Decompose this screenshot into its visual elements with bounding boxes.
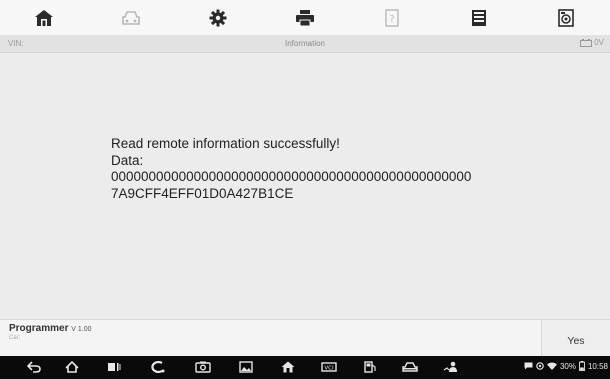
screenshot-button[interactable] xyxy=(195,360,211,374)
vci-button[interactable] xyxy=(150,360,166,374)
shortcut-car-button[interactable] xyxy=(402,360,418,374)
service-button[interactable] xyxy=(362,360,378,374)
info-bar: VIN: Information 0V xyxy=(0,35,610,53)
vci-status-button[interactable]: VCI xyxy=(321,360,337,374)
home-button[interactable] xyxy=(0,0,87,35)
location-icon xyxy=(536,362,544,370)
battery-icon xyxy=(579,361,585,371)
settings-button[interactable] xyxy=(174,0,261,35)
app-info: Programmer V 1.00 xyxy=(9,323,92,334)
autel-home-button[interactable] xyxy=(280,360,296,374)
autel-home-icon xyxy=(281,361,295,373)
back-icon xyxy=(27,361,41,373)
help-button[interactable]: ? xyxy=(349,0,436,35)
vehicle-button[interactable] xyxy=(87,0,174,35)
back-button[interactable] xyxy=(26,360,42,374)
status-area: 30% 10:58 xyxy=(524,361,608,371)
main-content: Read remote information successfully! Da… xyxy=(0,53,610,319)
print-icon xyxy=(295,9,314,26)
system-nav-bar: VCI 30% 10:58 xyxy=(0,356,610,379)
data-logging-icon xyxy=(558,8,575,27)
data-label: Data: xyxy=(111,152,144,168)
result-message: Read remote information successfully! Da… xyxy=(111,136,471,202)
page-title: Information xyxy=(284,39,326,48)
app-name: Programmer xyxy=(9,323,69,334)
svg-text:VCI: VCI xyxy=(324,366,334,372)
vci-connection-icon xyxy=(151,361,165,373)
car-battery-icon xyxy=(580,38,593,47)
help-icon: ? xyxy=(385,8,399,27)
data-value-line1: 0000000000000000000000000000000000000000… xyxy=(111,169,472,184)
settings-gear-icon xyxy=(209,9,227,26)
footer-bar: Programmer V 1.00 Car: Yes xyxy=(0,319,610,356)
voltage-value: 0V xyxy=(594,38,604,47)
car-label: Car: xyxy=(9,335,21,341)
data-value-line2: 7A9CFF4EFF01D0A427B1CE xyxy=(111,185,294,201)
camera-icon xyxy=(195,361,211,373)
home-nav-button[interactable] xyxy=(64,360,80,374)
data-logging-button[interactable] xyxy=(523,0,610,35)
yes-button[interactable]: Yes xyxy=(541,320,610,356)
vci-status-icon: VCI xyxy=(321,362,337,372)
vehicle-icon xyxy=(121,10,140,25)
print-button[interactable] xyxy=(261,0,348,35)
clock-time: 10:58 xyxy=(587,361,608,371)
battery-percent: 30% xyxy=(559,361,576,371)
nav-home-icon xyxy=(65,361,79,373)
remote-expert-icon xyxy=(443,361,457,372)
status-line: Read remote information successfully! xyxy=(111,136,340,151)
top-toolbar: ? xyxy=(0,0,610,35)
image-button[interactable] xyxy=(238,360,254,374)
svg-text:?: ? xyxy=(389,14,394,25)
recent-apps-button[interactable] xyxy=(106,360,122,374)
home-icon xyxy=(34,9,53,26)
chat-icon xyxy=(524,362,533,370)
save-icon xyxy=(472,9,487,26)
recent-apps-icon xyxy=(108,363,121,371)
wifi-icon xyxy=(546,362,557,370)
save-button[interactable] xyxy=(436,0,523,35)
app-version: V 1.00 xyxy=(71,326,92,333)
car-icon xyxy=(402,362,418,372)
remote-expert-button[interactable] xyxy=(443,360,459,374)
fuel-pump-icon xyxy=(364,361,376,373)
vehicle-voltage: 0V xyxy=(580,38,604,47)
image-icon xyxy=(239,361,253,373)
